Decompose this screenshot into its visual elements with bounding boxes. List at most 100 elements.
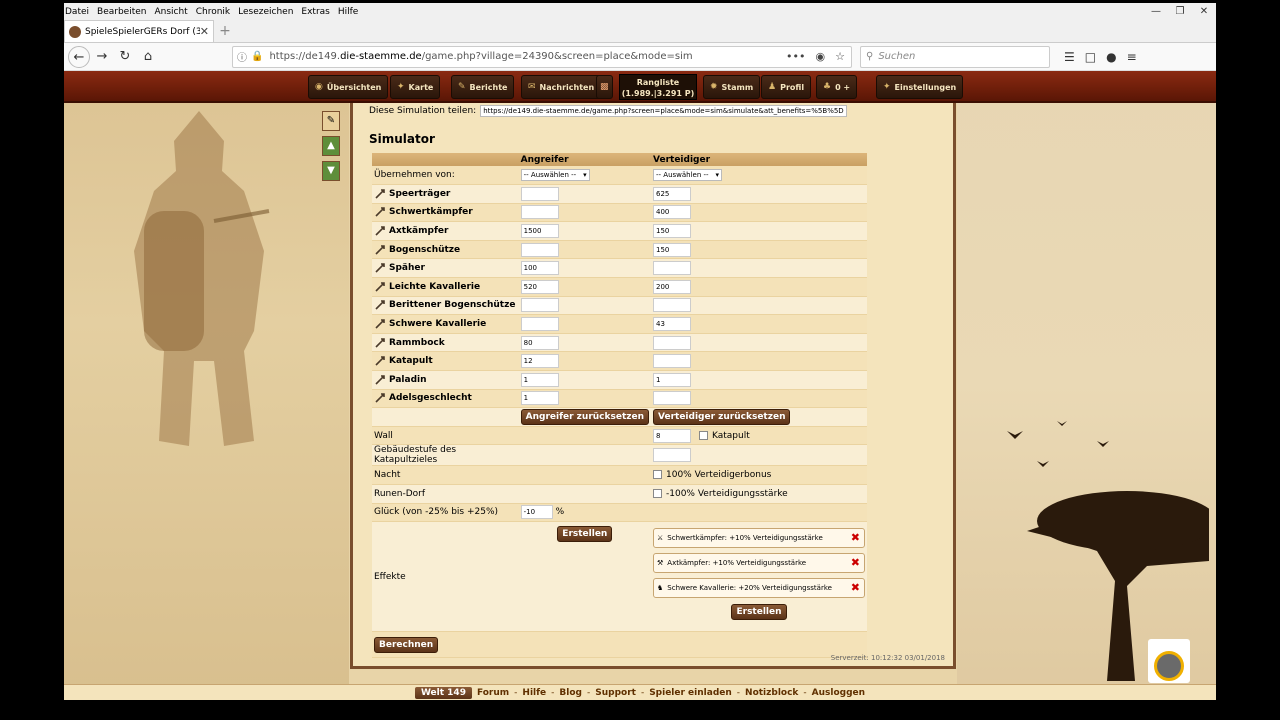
pocket-icon[interactable]: ◉	[816, 50, 826, 63]
attacker-unit-input[interactable]	[520, 298, 559, 313]
reset-attacker-button[interactable]: Angreifer zurücksetzen	[520, 409, 649, 426]
quill-icon[interactable]: ✎	[322, 111, 340, 131]
new-tab-icon[interactable]: +	[214, 20, 236, 42]
defender-unit-input[interactable]: 200	[653, 279, 691, 294]
footer-link-blog[interactable]: Blog	[559, 688, 582, 698]
defender-unit-input[interactable]: 625	[653, 186, 691, 201]
lock-icon[interactable]: 🔒	[251, 51, 263, 62]
menu-chronik[interactable]: Chronik	[196, 7, 230, 17]
remove-effect-icon[interactable]: ✖	[851, 531, 860, 544]
nav-tribe[interactable]: ✹ Stamm	[703, 75, 761, 99]
defender-unit-input[interactable]	[653, 335, 691, 350]
library-icon[interactable]: ☰	[1064, 50, 1075, 64]
attacker-unit-input[interactable]: 1	[520, 372, 559, 387]
unit-icon	[374, 206, 386, 218]
nav-messages[interactable]: ✉ Nachrichten	[521, 75, 602, 99]
menu-ansicht[interactable]: Ansicht	[154, 7, 187, 17]
attacker-unit-input[interactable]	[520, 317, 559, 332]
remove-effect-icon[interactable]: ✖	[851, 581, 860, 594]
defender-unit-input[interactable]: 400	[653, 205, 691, 220]
menu-bearbeiten[interactable]: Bearbeiten	[97, 7, 146, 17]
bookmark-star-icon[interactable]: ☆	[835, 50, 845, 63]
attacker-select[interactable]: -- Auswählen -- ▾	[520, 169, 590, 182]
menu-datei[interactable]: Datei	[65, 7, 89, 17]
menu-extras[interactable]: Extras	[301, 7, 329, 17]
wall-input[interactable]: 8	[653, 428, 691, 443]
menu-hilfe[interactable]: Hilfe	[338, 7, 358, 17]
green-down-icon[interactable]: ▼	[322, 161, 340, 181]
defender-unit-input[interactable]	[653, 354, 691, 369]
info-icon[interactable]: ⓘ	[237, 49, 247, 64]
nav-settings[interactable]: ✦ Einstellungen	[876, 75, 964, 99]
night-cell: 100% Verteidigerbonus	[651, 465, 867, 485]
defender-unit-input[interactable]: 1	[653, 372, 691, 387]
nav-overviews[interactable]: ◉ Übersichten	[308, 75, 389, 99]
restore-icon[interactable]: ❐	[1168, 3, 1192, 20]
nav-profile[interactable]: ♟ Profil	[761, 75, 812, 99]
reload-icon[interactable]: ↻	[114, 46, 136, 68]
luck-input[interactable]: -10	[520, 505, 553, 520]
url-bar[interactable]: ⓘ 🔒 https://de149.die-staemme.de/game.ph…	[232, 45, 852, 68]
footer-link-support[interactable]: Support	[595, 688, 636, 698]
reset-defender-button[interactable]: Verteidiger zurücksetzen	[653, 409, 791, 426]
night-checkbox[interactable]	[653, 470, 662, 480]
building-level-input[interactable]	[653, 448, 691, 463]
rune-checkbox[interactable]	[653, 488, 662, 498]
unit-icon	[374, 225, 386, 237]
rune-cell: -100% Verteidigungsstärke	[651, 484, 867, 504]
defender-unit-input[interactable]	[653, 298, 691, 313]
share-url-field[interactable]: https://de149.die-staemme.de/game.php?sc…	[480, 105, 847, 117]
attacker-unit-input[interactable]	[520, 242, 559, 257]
attacker-unit-input[interactable]: 1	[520, 391, 559, 406]
forward-icon[interactable]: →	[91, 46, 113, 68]
home-icon[interactable]: ⌂	[137, 46, 159, 68]
nav-reports[interactable]: ✎ Berichte	[451, 75, 515, 99]
defender-unit-input[interactable]	[653, 391, 691, 406]
footer-link-logout[interactable]: Ausloggen	[812, 688, 865, 698]
footer-link-help[interactable]: Hilfe	[522, 688, 546, 698]
chat-widget[interactable]	[1148, 639, 1190, 683]
ranking-box[interactable]: Rangliste (1.989.|3.291 P)	[619, 74, 697, 100]
menu-lesezeichen[interactable]: Lesezeichen	[238, 7, 293, 17]
world-badge[interactable]: Welt 149	[414, 686, 472, 699]
defender-unit-input[interactable]: 43	[653, 317, 691, 332]
create-effect-attacker-button[interactable]: Erstellen	[557, 526, 613, 543]
footer-link-forum[interactable]: Forum	[477, 688, 509, 698]
close-window-icon[interactable]: ✕	[1192, 3, 1216, 20]
footer-separator: -	[736, 687, 741, 698]
hamburger-menu-icon[interactable]: ≡	[1127, 50, 1137, 64]
remove-effect-icon[interactable]: ✖	[851, 556, 860, 569]
browser-tab[interactable]: SpieleSpielerGERs Dorf (380|59 ✕	[64, 20, 214, 42]
attacker-unit-input[interactable]	[520, 205, 559, 220]
catapult-checkbox[interactable]	[699, 430, 708, 440]
screen: Datei Bearbeiten Ansicht Chronik Lesezei…	[0, 0, 1280, 720]
attacker-unit-input[interactable]: 12	[520, 354, 559, 369]
search-input[interactable]: ⚲ Suchen	[860, 45, 1050, 68]
building-label: Gebäudestufe des Katapultzieles	[372, 444, 519, 467]
attacker-unit-input[interactable]: 1500	[520, 224, 559, 239]
defender-unit-input[interactable]: 150	[653, 242, 691, 257]
attacker-unit-input[interactable]: 100	[520, 261, 559, 276]
nav-map[interactable]: ✦ Karte	[390, 75, 441, 99]
calculate-button[interactable]: Berechnen	[374, 636, 439, 653]
defender-unit-input[interactable]: 150	[653, 224, 691, 239]
sidebar-icon[interactable]: □	[1085, 50, 1096, 64]
defender-select-value: -- Auswählen --	[656, 171, 709, 180]
unit-row: Rammbock 80	[372, 333, 867, 353]
attacker-unit-input[interactable]: 80	[520, 335, 559, 350]
footer-link-invite[interactable]: Spieler einladen	[649, 688, 732, 698]
nav-premium[interactable]: ♣ 0 +	[816, 75, 858, 99]
defender-unit-input[interactable]	[653, 261, 691, 276]
close-tab-icon[interactable]: ✕	[200, 25, 209, 38]
attacker-unit-input[interactable]	[520, 186, 559, 201]
minimize-icon[interactable]: —	[1144, 3, 1168, 20]
attacker-unit-input[interactable]: 520	[520, 279, 559, 294]
back-icon[interactable]: ←	[68, 45, 90, 68]
nav-notes-button[interactable]: ▩	[596, 75, 613, 99]
footer-link-notebook[interactable]: Notizblock	[745, 688, 798, 698]
defender-select[interactable]: -- Auswählen -- ▾	[653, 169, 722, 182]
green-up-icon[interactable]: ▲	[322, 136, 340, 156]
create-effect-defender-button[interactable]: Erstellen	[731, 604, 787, 621]
more-icon[interactable]: •••	[786, 50, 805, 63]
extension-icon[interactable]: ●	[1106, 50, 1116, 64]
